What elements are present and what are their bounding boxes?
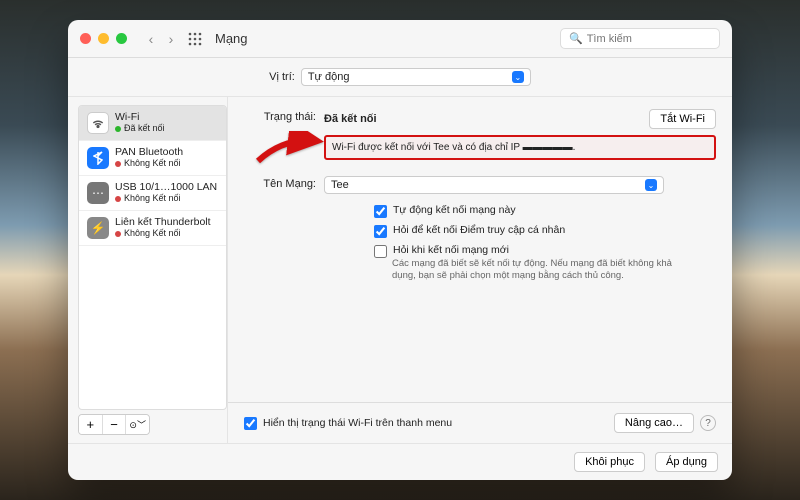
status-dot-icon <box>115 196 121 202</box>
search-field[interactable]: 🔍 <box>560 28 720 49</box>
sidebar-footer: + − ⊙﹀ <box>78 414 150 435</box>
apply-button[interactable]: Áp dụng <box>655 452 718 472</box>
show-all-icon[interactable] <box>187 31 203 47</box>
connection-status: Không Kết nối <box>124 159 181 169</box>
connection-list: Wi-Fi Đã kết nối PAN Bluetooth Không Kết… <box>78 105 227 410</box>
minimize-icon[interactable] <box>98 33 109 44</box>
ask-new-network-checkbox[interactable]: Hỏi khi kết nối mạng mới <box>374 244 716 258</box>
sidebar: Wi-Fi Đã kết nối PAN Bluetooth Không Kết… <box>68 97 228 443</box>
location-row: Vị trí: Tự động ⌄ <box>68 58 732 97</box>
window-title: Mạng <box>215 31 248 46</box>
highlighted-status-detail: Wi-Fi được kết nối với Tee và có địa chỉ… <box>324 135 716 160</box>
status-dot-icon <box>115 126 121 132</box>
help-icon[interactable]: ? <box>700 415 716 431</box>
connection-status: Đã kết nối <box>124 124 165 134</box>
location-label: Vị trí: <box>269 71 295 83</box>
forward-button[interactable]: › <box>163 31 179 47</box>
annotation-arrow-icon <box>254 131 326 171</box>
sidebar-item-usb-lan[interactable]: ⋯ USB 10/1…1000 LAN Không Kết nối <box>79 176 226 211</box>
location-value: Tự động <box>308 71 350 83</box>
search-input[interactable] <box>587 33 711 45</box>
turn-off-wifi-button[interactable]: Tắt Wi-Fi <box>649 109 716 129</box>
revert-button[interactable]: Khôi phục <box>574 452 645 472</box>
dropdown-caret-icon: ⌄ <box>512 71 524 83</box>
status-dot-icon <box>115 161 121 167</box>
status-value: Đã kết nối <box>324 113 377 125</box>
sidebar-item-bluetooth[interactable]: PAN Bluetooth Không Kết nối <box>79 141 226 176</box>
wifi-icon <box>87 112 109 134</box>
dropdown-caret-icon: ⌄ <box>645 179 657 191</box>
advanced-button[interactable]: Nâng cao… <box>614 413 694 433</box>
main-panel: Trạng thái: Đã kết nối Tắt Wi-Fi Wi-Fi đ… <box>228 97 732 443</box>
nav-buttons: ‹ › <box>143 31 179 47</box>
footer: Khôi phục Áp dụng <box>68 443 732 480</box>
traffic-lights <box>80 33 127 44</box>
bluetooth-icon <box>87 147 109 169</box>
sidebar-item-wifi[interactable]: Wi-Fi Đã kết nối <box>79 106 226 141</box>
network-name-value: Tee <box>331 179 349 191</box>
search-icon: 🔍 <box>569 32 583 45</box>
back-button[interactable]: ‹ <box>143 31 159 47</box>
network-name-select[interactable]: Tee ⌄ <box>324 176 664 194</box>
divider <box>228 402 732 403</box>
body: Wi-Fi Đã kết nối PAN Bluetooth Không Kết… <box>68 97 732 443</box>
titlebar: ‹ › Mạng 🔍 <box>68 20 732 58</box>
remove-connection-button[interactable]: − <box>103 415 127 434</box>
ask-new-help-text: Các mạng đã biết sẽ kết nối tự động. Nếu… <box>392 258 692 282</box>
options-group: Tự động kết nối mạng này Hỏi để kết nối … <box>374 204 716 282</box>
connection-status: Không Kết nối <box>124 229 181 239</box>
thunderbolt-icon: ⚡ <box>87 217 109 239</box>
ask-hotspot-checkbox[interactable]: Hỏi để kết nối Điểm truy cập cá nhân <box>374 224 716 238</box>
status-dot-icon <box>115 231 121 237</box>
network-name-label: Tên Mạng: <box>244 176 316 190</box>
zoom-icon[interactable] <box>116 33 127 44</box>
show-in-menubar-checkbox[interactable] <box>244 417 257 430</box>
close-icon[interactable] <box>80 33 91 44</box>
location-select[interactable]: Tự động ⌄ <box>301 68 531 86</box>
connection-detail-text: Wi-Fi được kết nối với Tee và có địa chỉ… <box>332 142 575 153</box>
status-label: Trạng thái: <box>244 109 316 123</box>
show-in-menubar-label: Hiển thị trạng thái Wi-Fi trên thanh men… <box>263 417 452 429</box>
more-options-button[interactable]: ⊙﹀ <box>126 415 149 434</box>
connection-status: Không Kết nối <box>124 194 181 204</box>
sidebar-item-thunderbolt[interactable]: ⚡ Liên kết Thunderbolt Không Kết nối <box>79 211 226 246</box>
network-prefs-window: ‹ › Mạng 🔍 Vị trí: Tự động ⌄ <box>68 20 732 480</box>
ethernet-icon: ⋯ <box>87 182 109 204</box>
auto-join-checkbox[interactable]: Tự động kết nối mạng này <box>374 204 716 218</box>
add-connection-button[interactable]: + <box>79 415 103 434</box>
